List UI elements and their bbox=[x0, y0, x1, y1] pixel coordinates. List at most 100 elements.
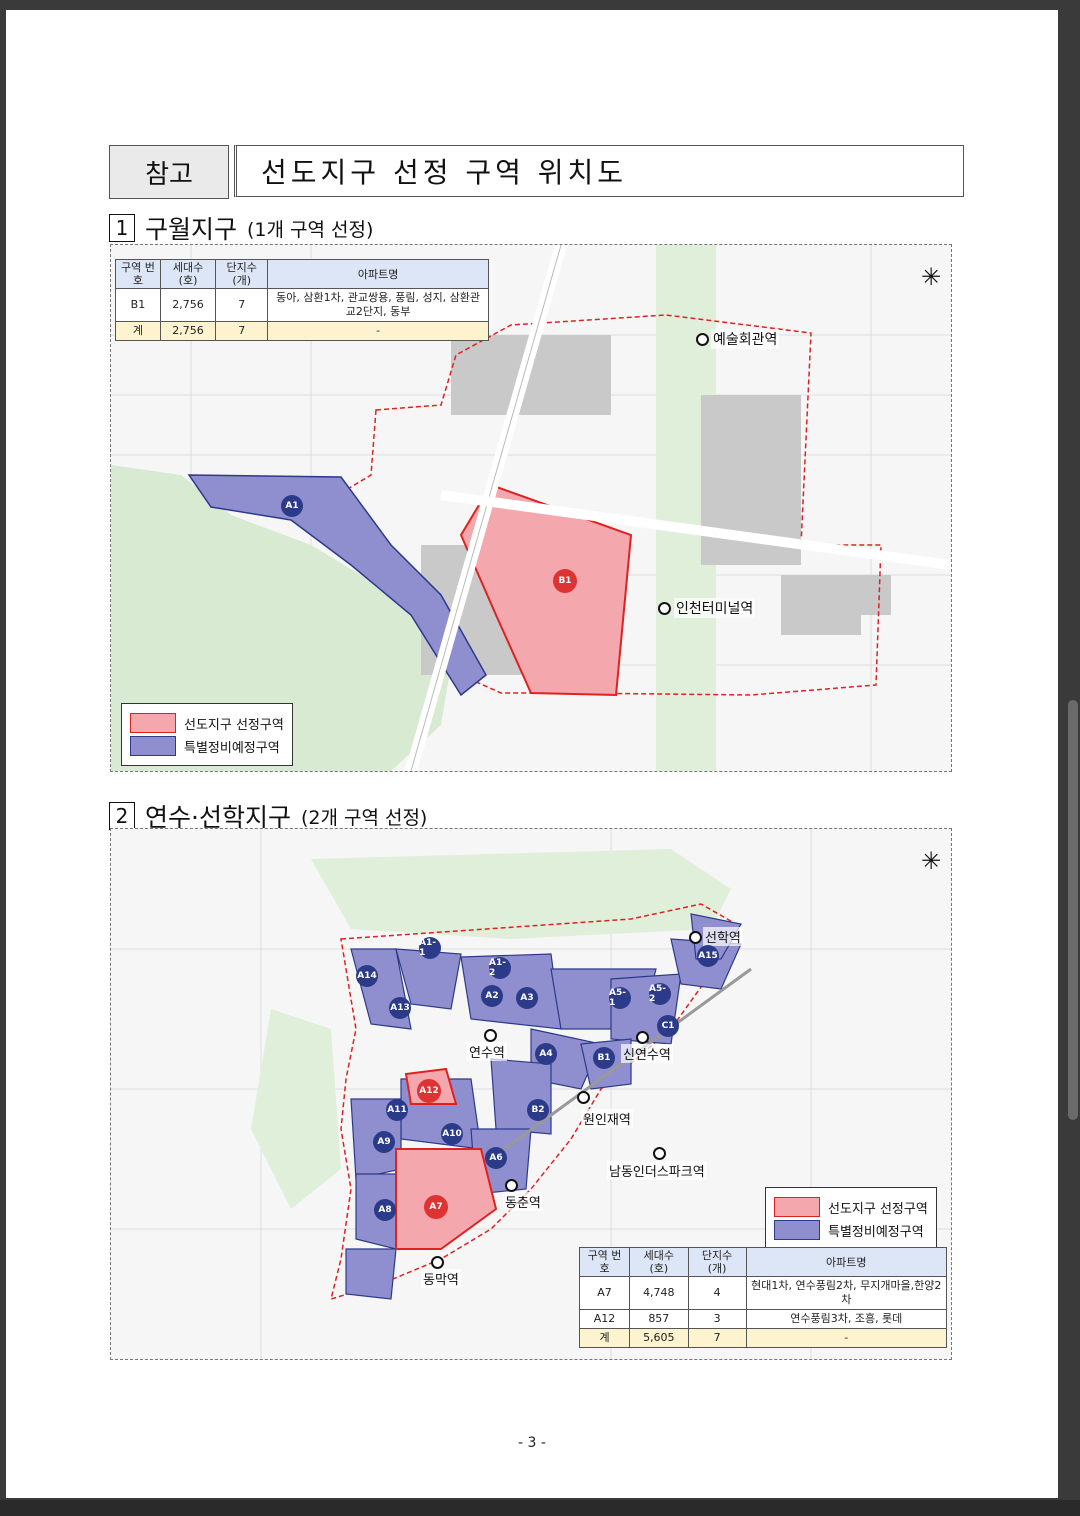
section1-heading: 1 구월지구 (1개 구역 선정) bbox=[109, 210, 373, 246]
zone-badge: A6 bbox=[485, 1147, 507, 1169]
zone-badge: A5-2 bbox=[649, 983, 671, 1005]
section1-number: 1 bbox=[109, 214, 135, 242]
table-total-row: 계 5,605 7 - bbox=[579, 1328, 948, 1348]
zone-badge: A1-1 bbox=[419, 937, 441, 959]
zone-badge: A7 bbox=[424, 1195, 448, 1219]
station-label: 동춘역 bbox=[503, 1192, 543, 1211]
zone-badge: A12 bbox=[417, 1079, 441, 1103]
station-label: 선학역 bbox=[703, 927, 743, 946]
station-marker bbox=[577, 1091, 590, 1104]
station-marker bbox=[636, 1031, 649, 1044]
yeonsu-map: ✳ 선학역 연수역 신연수역 원인재역 남동인더스파크역 동춘역 동막역 A1-… bbox=[110, 828, 952, 1360]
section1-subtitle: (1개 구역 선정) bbox=[247, 218, 374, 241]
station-label: 인천터미널역 bbox=[674, 598, 756, 618]
zone-badge: A10 bbox=[441, 1123, 463, 1145]
cell-complexes: 7 bbox=[215, 288, 269, 322]
table-header-zone: 구역 번호 bbox=[115, 259, 161, 289]
zone-badge: A2 bbox=[481, 985, 503, 1007]
station-label: 남동인더스파크역 bbox=[607, 1161, 707, 1180]
legend-label: 특별정비예정구역 bbox=[184, 740, 280, 756]
cell-zone: A12 bbox=[579, 1309, 630, 1329]
station-marker bbox=[505, 1179, 518, 1192]
table-header-households: 세대수 (호) bbox=[159, 259, 217, 289]
zone-badge: A9 bbox=[373, 1131, 395, 1153]
cell-complexes: 7 bbox=[215, 321, 269, 341]
cell-apartments: - bbox=[267, 321, 489, 341]
north-arrow-icon: ✳ bbox=[921, 847, 942, 875]
zone-badge: B1 bbox=[553, 569, 577, 593]
zone-badge: A15 bbox=[697, 945, 719, 967]
station-marker bbox=[696, 333, 709, 346]
table-header-complexes: 단지수 (개) bbox=[687, 1247, 747, 1277]
station-label: 신연수역 bbox=[621, 1044, 673, 1063]
station-label: 동막역 bbox=[421, 1269, 461, 1288]
station-marker bbox=[689, 931, 702, 944]
zone-badge: B2 bbox=[527, 1099, 549, 1121]
zone-badge: A5-1 bbox=[609, 987, 631, 1009]
cell-complexes: 3 bbox=[687, 1309, 747, 1329]
cell-households: 2,756 bbox=[159, 288, 217, 322]
legend-label: 선도지구 선정구역 bbox=[184, 717, 284, 733]
legend-swatch-special bbox=[130, 736, 176, 756]
table-total-row: 계 2,756 7 - bbox=[115, 321, 489, 341]
cell-apartments: 동아, 삼환1차, 관교쌍용, 풍림, 성지, 삼환관교2단지, 동부 bbox=[267, 288, 489, 322]
table-header-households: 세대수 (호) bbox=[629, 1247, 689, 1277]
station-label: 예술회관역 bbox=[711, 329, 780, 349]
zone-badge: A11 bbox=[386, 1099, 408, 1121]
cell-households: 857 bbox=[629, 1309, 689, 1329]
station-marker bbox=[484, 1029, 497, 1042]
cell-households: 2,756 bbox=[159, 321, 217, 341]
station-label: 연수역 bbox=[467, 1042, 507, 1061]
table-row: A7 4,748 4 현대1차, 연수풍림2차, 무지개마을,한양2차 bbox=[579, 1276, 948, 1310]
zone-badge: A1-2 bbox=[489, 957, 511, 979]
table-row: A12 857 3 연수풍림3차, 조흥, 롯데 bbox=[579, 1309, 948, 1329]
yeonsu-legend: 선도지구 선정구역 특별정비예정구역 bbox=[765, 1187, 937, 1250]
zone-badge: A14 bbox=[356, 965, 378, 987]
legend-swatch-special bbox=[774, 1220, 820, 1240]
zone-badge: A1 bbox=[281, 495, 303, 517]
north-arrow-icon: ✳ bbox=[921, 263, 942, 291]
guwol-map: 구역 번호 세대수 (호) 단지수 (개) 아파트명 B1 2,756 7 동아… bbox=[110, 244, 952, 772]
table-header-zone: 구역 번호 bbox=[579, 1247, 630, 1277]
station-label: 원인재역 bbox=[581, 1109, 633, 1128]
legend-label: 선도지구 선정구역 bbox=[828, 1201, 928, 1217]
cell-apartments: 현대1차, 연수풍림2차, 무지개마을,한양2차 bbox=[745, 1276, 948, 1310]
guwol-table: 구역 번호 세대수 (호) 단지수 (개) 아파트명 B1 2,756 7 동아… bbox=[115, 259, 489, 341]
cell-complexes: 7 bbox=[687, 1328, 747, 1348]
table-header-apartments: 아파트명 bbox=[745, 1247, 948, 1277]
cell-households: 4,748 bbox=[629, 1276, 689, 1310]
legend-label: 특별정비예정구역 bbox=[828, 1224, 924, 1240]
table-row: B1 2,756 7 동아, 삼환1차, 관교쌍용, 풍림, 성지, 삼환관교2… bbox=[115, 288, 489, 322]
table-header-complexes: 단지수 (개) bbox=[215, 259, 269, 289]
station-marker bbox=[653, 1147, 666, 1160]
zone-badge: A4 bbox=[535, 1043, 557, 1065]
legend-swatch-selected bbox=[774, 1197, 820, 1217]
scrollbar-thumb[interactable] bbox=[1068, 700, 1078, 1120]
cell-zone: A7 bbox=[579, 1276, 630, 1310]
zone-badge: A8 bbox=[374, 1199, 396, 1221]
section2-subtitle: (2개 구역 선정) bbox=[300, 806, 428, 829]
cell-households: 5,605 bbox=[629, 1328, 689, 1348]
station-marker bbox=[658, 602, 671, 615]
legend-swatch-selected bbox=[130, 713, 176, 733]
zone-badge: B1 bbox=[593, 1047, 615, 1069]
zone-badge: A13 bbox=[389, 997, 411, 1019]
page-title: 선도지구 선정 구역 위치도 bbox=[234, 145, 964, 197]
guwol-legend: 선도지구 선정구역 특별정비예정구역 bbox=[121, 703, 293, 766]
yeonsu-table: 구역 번호 세대수 (호) 단지수 (개) 아파트명 A7 4,748 4 현대… bbox=[579, 1247, 948, 1348]
cell-zone: B1 bbox=[115, 288, 161, 322]
zone-badge: C1 bbox=[657, 1015, 679, 1037]
page-number: - 3 - bbox=[518, 1435, 546, 1451]
document-page: 참고 선도지구 선정 구역 위치도 1 구월지구 (1개 구역 선정) 구역 번… bbox=[6, 10, 1058, 1498]
cell-zone: 계 bbox=[579, 1328, 630, 1348]
cell-apartments: - bbox=[745, 1328, 948, 1348]
section1-title: 구월지구 bbox=[145, 215, 238, 244]
cell-complexes: 4 bbox=[687, 1276, 747, 1310]
reference-label: 참고 bbox=[109, 145, 229, 199]
cell-zone: 계 bbox=[115, 321, 161, 341]
bottom-bar bbox=[0, 1500, 1080, 1516]
station-marker bbox=[431, 1256, 444, 1269]
zone-badge: A3 bbox=[516, 987, 538, 1009]
cell-apartments: 연수풍림3차, 조흥, 롯데 bbox=[745, 1309, 948, 1329]
table-header-apartments: 아파트명 bbox=[267, 259, 489, 289]
